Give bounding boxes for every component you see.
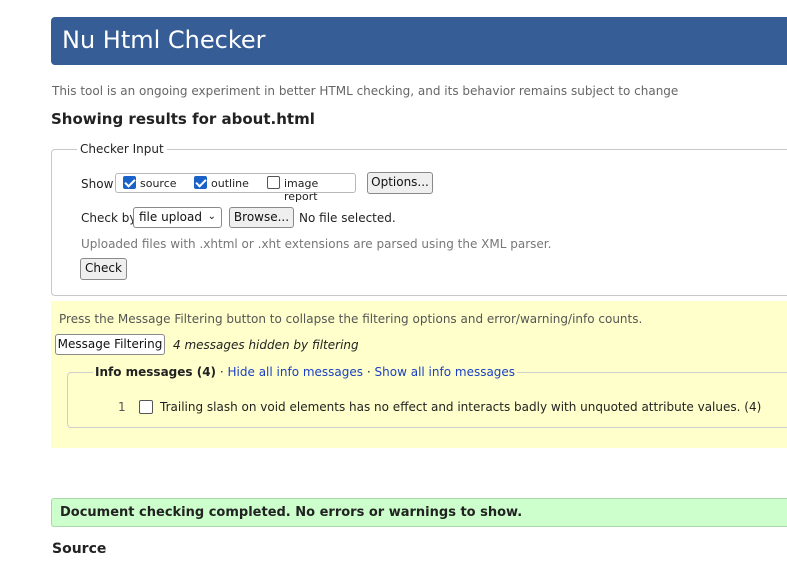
check-by-label: Check by <box>81 211 137 225</box>
browse-button[interactable]: Browse... <box>229 207 294 228</box>
results-heading: Showing results for about.html <box>51 110 315 128</box>
app-header: Nu Html Checker <box>51 17 787 65</box>
options-button[interactable]: Options... <box>367 172 433 194</box>
source-checkbox[interactable] <box>123 176 136 189</box>
checker-input-legend: Checker Input <box>80 142 164 156</box>
chevron-down-icon: ⌄ <box>207 211 216 222</box>
message-filtering-button[interactable]: Message Filtering <box>55 334 165 355</box>
image-report-checkbox-label: image report <box>284 177 319 203</box>
info-messages-title: Info messages (4) <box>95 365 217 379</box>
message-number: 1 <box>118 400 126 414</box>
check-by-select[interactable]: file upload ⌄ <box>133 207 222 228</box>
show-options-group: source outline image report <box>115 173 356 203</box>
app-title: Nu Html Checker <box>62 26 266 54</box>
image-report-checkbox[interactable] <box>267 176 280 189</box>
check-button[interactable]: Check <box>80 258 127 280</box>
xml-parser-note: Uploaded files with .xhtml or .xht exten… <box>81 237 552 251</box>
message-filtering-panel: Press the Message Filtering button to co… <box>51 301 787 448</box>
list-item: 1 Trailing slash on void elements has no… <box>51 397 787 417</box>
show-info-messages-link[interactable]: Show all info messages <box>375 365 516 379</box>
legend-separator: · <box>366 365 371 379</box>
check-by-value: file upload <box>139 210 202 224</box>
hidden-messages-count: 4 messages hidden by filtering <box>173 338 359 352</box>
success-message: Document checking completed. No errors o… <box>60 505 523 520</box>
filtering-note: Press the Message Filtering button to co… <box>59 312 643 326</box>
hide-info-messages-link[interactable]: Hide all info messages <box>228 365 364 379</box>
legend-separator: · <box>219 365 224 379</box>
outline-checkbox[interactable] <box>194 176 207 189</box>
intro-text: This tool is an ongoing experiment in be… <box>52 84 679 98</box>
message-checkbox[interactable] <box>139 400 153 414</box>
source-checkbox-label: source <box>140 177 177 190</box>
info-messages-legend: Info messages (4) · Hide all info messag… <box>93 365 517 379</box>
success-banner: Document checking completed. No errors o… <box>51 498 787 527</box>
outline-checkbox-label: outline <box>211 177 249 190</box>
message-text: Trailing slash on void elements has no e… <box>160 400 762 414</box>
source-heading: Source <box>52 541 107 557</box>
file-status: No file selected. <box>299 211 396 225</box>
show-label: Show <box>81 177 114 191</box>
